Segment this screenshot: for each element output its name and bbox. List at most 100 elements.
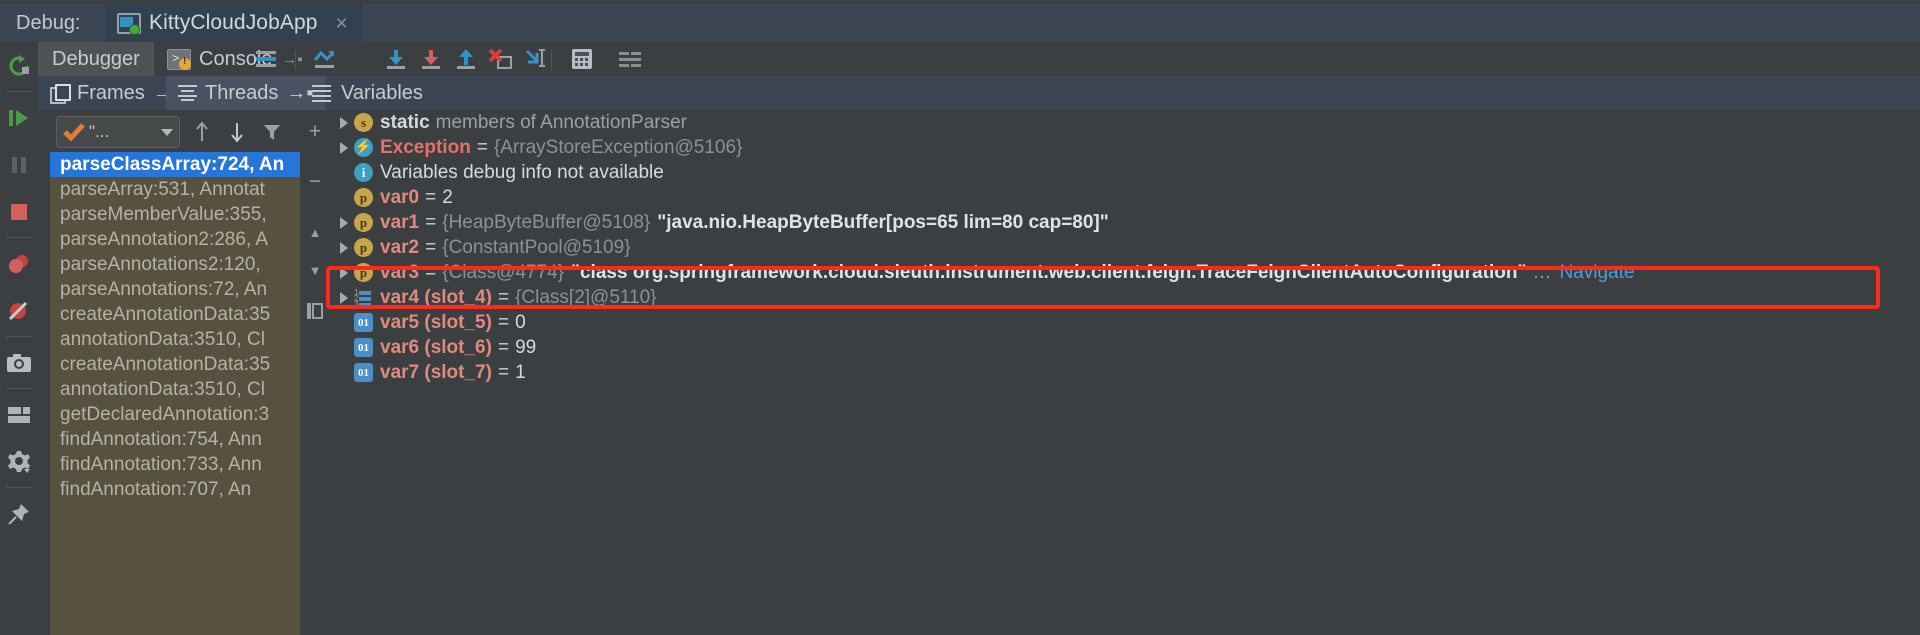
remove-watch-button[interactable]: − (300, 166, 330, 198)
variable-row[interactable]: i Variables debug info not available (330, 160, 1920, 185)
frame-list-item[interactable]: parseAnnotations2:120, (50, 252, 300, 277)
variable-i-badge-icon: i (354, 163, 373, 182)
toolbar-divider (6, 487, 32, 488)
navigate-link[interactable]: Navigate (1559, 262, 1634, 284)
equals-sign: = (425, 187, 436, 209)
frame-list-item[interactable]: getDeclaredAnnotation:3 (50, 402, 300, 427)
frames-filter-button[interactable] (258, 118, 286, 146)
variable-name: var0 (380, 187, 419, 209)
variable-numeric-value: 99 (515, 337, 536, 359)
variable-p-badge-icon: p (354, 263, 373, 282)
frame-up-button[interactable] (188, 118, 216, 146)
variable-row[interactable]: pvar3={Class@4774}"class org.springframe… (330, 260, 1920, 285)
view-breakpoints-button[interactable] (0, 240, 38, 287)
variable-name: var3 (380, 262, 419, 284)
restore-layout-button[interactable] (0, 391, 38, 438)
close-icon[interactable]: × (336, 13, 348, 34)
debug-label: Debug: (16, 8, 81, 38)
drop-frame-button[interactable] (481, 42, 521, 76)
run-to-cursor-button[interactable] (516, 42, 556, 76)
variable-arr-badge-icon: 123 (354, 288, 373, 307)
expand-arrow-icon[interactable] (340, 291, 354, 304)
watch-up-button[interactable]: ▲ (300, 216, 330, 248)
watch-down-button[interactable]: ▼ (300, 254, 330, 286)
tab-debugger-label: Debugger (52, 48, 140, 71)
frame-list-item[interactable]: parseMemberValue:355, (50, 202, 300, 227)
variable-row[interactable]: ⚡Exception={ArrayStoreException@5106} (330, 135, 1920, 160)
pin-button[interactable] (0, 490, 38, 537)
frame-list-item[interactable]: findAnnotation:754, Ann (50, 427, 300, 452)
frame-list-item[interactable]: createAnnotationData:35 (50, 352, 300, 377)
variable-s-badge-icon: s (354, 113, 373, 132)
frame-list-item[interactable]: annotationData:3510, Cl (50, 327, 300, 352)
add-watch-button[interactable]: + (300, 116, 330, 148)
frame-list-item[interactable]: parseClassArray:724, An (50, 152, 300, 177)
variable-row[interactable]: pvar1={HeapByteBuffer@5108}"java.nio.Hea… (330, 210, 1920, 235)
breakpoints-icon (7, 253, 31, 275)
frame-list-item[interactable]: parseAnnotation2:286, A (50, 227, 300, 252)
variable-o-badge-icon: 01 (354, 313, 373, 332)
step-into-button[interactable] (376, 42, 416, 76)
variable-type: {HeapByteBuffer@5108} (442, 212, 650, 234)
expand-arrow-icon[interactable] (340, 216, 354, 229)
variable-row[interactable]: 123var4 (slot_4)={Class[2]@5110} (330, 285, 1920, 310)
tab-variables[interactable]: Variables (300, 76, 435, 110)
resume-icon (7, 107, 31, 129)
expand-arrow-icon[interactable] (340, 266, 354, 279)
expand-arrow-icon[interactable] (340, 141, 354, 154)
step-over-button[interactable] (305, 42, 345, 76)
snapshot-button[interactable] (0, 339, 38, 386)
pause-program-button[interactable] (0, 141, 38, 188)
force-step-into-icon (419, 48, 443, 70)
panel-headers-row: Frames →▪ Threads →▪ Variables (38, 76, 1920, 110)
tab-debugger[interactable]: Debugger (38, 42, 154, 76)
variable-numeric-value: 1 (515, 362, 526, 384)
variables-gutter-toolbar: + − ▲ ▼ oo (300, 110, 330, 635)
expand-arrow-icon[interactable] (340, 241, 354, 254)
variable-row[interactable]: sstatic members of AnnotationParser (330, 110, 1920, 135)
frame-list-item[interactable]: findAnnotation:733, Ann (50, 452, 300, 477)
variable-row[interactable]: 01var5 (slot_5)=0 (330, 310, 1920, 335)
expand-arrow-icon[interactable] (340, 116, 354, 129)
gear-icon (6, 450, 32, 474)
variable-row[interactable]: pvar0=2 (330, 185, 1920, 210)
frame-list-item[interactable]: parseArray:531, Annotat (50, 177, 300, 202)
calculator-icon (570, 48, 594, 70)
frame-down-button[interactable] (223, 118, 251, 146)
force-step-into-button[interactable] (411, 42, 451, 76)
show-execution-point-button[interactable] (246, 42, 286, 76)
variable-type: {Class@4774} (442, 262, 564, 284)
run-configuration-tab[interactable]: KittyCloudJobApp × (105, 4, 362, 42)
variables-icon (312, 85, 331, 101)
equals-sign: = (498, 287, 509, 309)
frame-list-item[interactable]: createAnnotationData:35 (50, 302, 300, 327)
variable-row[interactable]: 01var6 (slot_6)=99 (330, 335, 1920, 360)
run-to-cursor-icon (523, 48, 549, 70)
arrow-down-icon (228, 121, 246, 143)
copy-value-button[interactable] (300, 296, 330, 328)
thread-selector[interactable]: "... (56, 116, 180, 148)
settings-button[interactable] (0, 438, 38, 485)
show-execution-point-icon (254, 49, 278, 69)
tab-console[interactable]: > Console →▪ (153, 42, 317, 76)
chevron-down-icon[interactable] (161, 129, 173, 136)
stop-button[interactable] (0, 188, 38, 235)
variable-suffix-text: Variables debug info not available (380, 162, 664, 184)
frame-list-item[interactable]: annotationData:3510, Cl (50, 377, 300, 402)
evaluate-expression-button[interactable] (562, 42, 602, 76)
tab-threads-label: Threads (205, 82, 278, 105)
variables-panel[interactable]: sstatic members of AnnotationParser⚡Exce… (330, 110, 1920, 635)
frames-list[interactable]: parseClassArray:724, AnparseArray:531, A… (50, 152, 300, 635)
frame-list-item[interactable]: parseAnnotations:72, An (50, 277, 300, 302)
frame-list-item[interactable]: findAnnotation:707, An (50, 477, 300, 502)
variable-row[interactable]: 01var7 (slot_7)=1 (330, 360, 1920, 385)
step-out-button[interactable] (446, 42, 486, 76)
rerun-button[interactable] (0, 42, 38, 89)
variable-string-value: "java.nio.HeapByteBuffer[pos=65 lim=80 c… (657, 212, 1109, 234)
resume-program-button[interactable] (0, 94, 38, 141)
tab-frames-label: Frames (77, 82, 145, 105)
variable-o-badge-icon: 01 (354, 363, 373, 382)
variable-row[interactable]: pvar2={ConstantPool@5109} (330, 235, 1920, 260)
settings-filter-button[interactable] (610, 42, 650, 76)
mute-breakpoints-button[interactable] (0, 287, 38, 334)
